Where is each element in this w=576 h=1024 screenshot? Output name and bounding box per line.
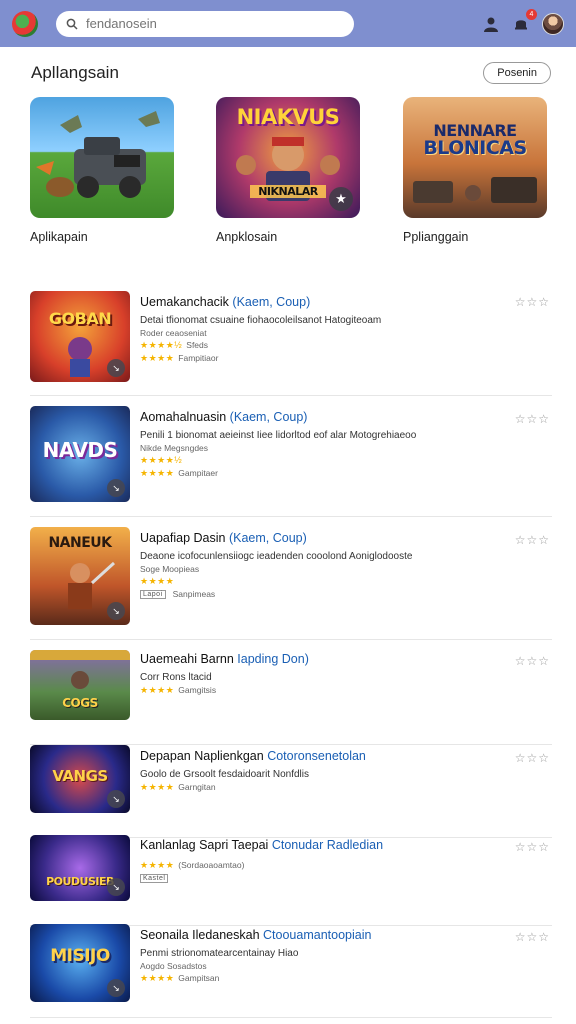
app-thumbnail: MISIJO ↘ xyxy=(30,924,130,1002)
rate-stars[interactable]: ☆☆☆ xyxy=(515,295,550,309)
search-input[interactable] xyxy=(86,16,326,31)
app-rating: ★★★★ Garngitan xyxy=(140,782,216,792)
install-icon[interactable]: ↘ xyxy=(107,790,125,808)
featured-card[interactable]: Aplikapain xyxy=(30,97,176,244)
featured-art: NIAKVUS NIKNALAR ★ xyxy=(216,97,360,218)
list-item[interactable]: MISIJO ↘ Seonaila Iledaneskah Ctoouamant… xyxy=(30,924,552,1018)
search-icon xyxy=(66,18,78,30)
list-item[interactable]: COGS Uaemeahi Barnn Iapding Don) Corr Ro… xyxy=(30,640,552,745)
app-rating: ★★★★ xyxy=(140,576,175,586)
featured-label: Aplikapain xyxy=(30,230,88,244)
featured-card[interactable]: NENNARE BLONICAS Pplianggain xyxy=(403,97,549,244)
rate-stars[interactable]: ☆☆☆ xyxy=(515,930,550,944)
search-bar[interactable] xyxy=(56,10,354,37)
app-rating-secondary: Lapoi Sanpimeas xyxy=(140,589,492,600)
app-description: Corr Rons ltacid xyxy=(140,672,212,683)
section-action-button[interactable]: Posenin xyxy=(483,62,551,84)
featured-art xyxy=(30,97,174,218)
section-header: Apllangsain Posenin xyxy=(31,58,551,88)
list-item[interactable]: VANGS ↘ Depapan Naplienkgan Cotoronsenet… xyxy=(30,745,552,838)
rate-stars[interactable]: ☆☆☆ xyxy=(515,751,550,765)
app-rating-secondary: Kastel xyxy=(140,873,492,884)
avatar[interactable] xyxy=(542,12,564,35)
install-icon[interactable]: ↘ xyxy=(107,479,125,497)
app-description: Deaone icofocunlensiiogc ieadenden coool… xyxy=(140,551,413,562)
app-subtitle: Soge Moopieas xyxy=(140,564,200,574)
app-rating-secondary: ★★★★ Gampitaer xyxy=(140,468,218,478)
featured-label: Anpklosain xyxy=(216,230,278,244)
app-thumbnail: POUDUSIEB ↘ xyxy=(30,835,130,901)
app-thumbnail: NAVDS ↘ xyxy=(30,406,130,502)
rate-stars[interactable]: ☆☆☆ xyxy=(515,654,550,668)
install-icon[interactable]: ↘ xyxy=(107,359,125,377)
app-description: Penmi strionomatearcentainay Hiao xyxy=(140,948,299,959)
app-description: Penili 1 bionomat aeieinst Iiee lidorlto… xyxy=(140,430,417,441)
list-item[interactable]: POUDUSIEB ↘ Kanlanlag Sapri Taepai Ctonu… xyxy=(30,835,552,926)
app-title[interactable]: Aomahalnuasin (Kaem, Coup) xyxy=(140,410,492,424)
rate-stars[interactable]: ☆☆☆ xyxy=(515,412,550,426)
app-title[interactable]: Depapan Naplienkgan Cotoronsenetolan xyxy=(140,749,492,763)
app-description: Detai tfionomat csuaine fiohaocoleilsano… xyxy=(140,315,382,326)
featured-art: NENNARE BLONICAS xyxy=(403,97,547,218)
app-title[interactable]: Uemakanchacik (Kaem, Coup) xyxy=(140,295,492,309)
app-thumbnail: NANEUK ↘ xyxy=(30,527,130,625)
user-icon[interactable] xyxy=(482,15,500,33)
section-title: Apllangsain xyxy=(31,63,119,82)
app-tag: Kastel xyxy=(140,874,169,884)
app-title[interactable]: Kanlanlag Sapri Taepai Ctonudar Radledia… xyxy=(140,838,492,852)
featured-label: Pplianggain xyxy=(403,230,469,244)
bell-icon[interactable]: 4 xyxy=(512,8,537,33)
star-icon[interactable]: ★ xyxy=(329,187,353,211)
app-thumbnail: COGS xyxy=(30,650,130,720)
list-item[interactable]: GOBAN ↘ Uemakanchacik (Kaem, Coup) Detai… xyxy=(30,283,552,396)
install-icon[interactable]: ↘ xyxy=(107,602,125,620)
app-rating: ★★★★ (Sordaoaoamtao) xyxy=(140,860,245,870)
app-subtitle: Roder ceaoseniat xyxy=(140,328,207,338)
app-logo[interactable] xyxy=(12,10,38,37)
app-thumbnail: VANGS ↘ xyxy=(30,745,130,813)
app-rating: ★★★★½ xyxy=(140,455,183,465)
list-item[interactable]: NAVDS ↘ Aomahalnuasin (Kaem, Coup) Penil… xyxy=(30,396,552,517)
rate-stars[interactable]: ☆☆☆ xyxy=(515,840,550,854)
app-description: Goolo de Grsoolt fesdaidoarit Nonfdlis xyxy=(140,769,309,780)
app-subtitle: Nikde Megsngdes xyxy=(140,443,209,453)
featured-carousel: Aplikapain NIAKVUS NIKNALAR ★ Anpklosain… xyxy=(30,97,550,247)
app-subtitle: Aogdo Sosadstos xyxy=(140,961,207,971)
app-title[interactable]: Seonaila Iledaneskah Ctoouamantoopiain xyxy=(140,928,492,942)
app-rating: ★★★★ Gamgitsis xyxy=(140,685,217,695)
featured-card[interactable]: NIAKVUS NIKNALAR ★ Anpklosain xyxy=(216,97,362,244)
app-rating: ★★★★ Gampitsan xyxy=(140,973,220,983)
install-icon[interactable]: ↘ xyxy=(107,979,125,997)
thumbnail-title: VANGS xyxy=(52,767,108,785)
app-tag: Lapoi xyxy=(140,590,166,600)
list-item[interactable]: NANEUK ↘ Uapafiap Dasin (Kaem, Coup) Dea… xyxy=(30,517,552,640)
rate-stars[interactable]: ☆☆☆ xyxy=(515,533,550,547)
app-rating-secondary: ★★★★ Fampitiaor xyxy=(140,353,219,363)
top-bar: 4 xyxy=(0,0,576,47)
thumbnail-title: MISIJO xyxy=(50,946,110,966)
thumbnail-title: NAVDS xyxy=(42,438,118,462)
featured-art-subtitle: NIKNALAR xyxy=(250,185,326,198)
app-title[interactable]: Uaemeahi Barnn Iapding Don) xyxy=(140,652,492,666)
notification-badge: 4 xyxy=(526,8,537,20)
install-icon[interactable]: ↘ xyxy=(107,878,125,896)
app-rating: ★★★★½ Sfeds xyxy=(140,340,209,350)
app-thumbnail: GOBAN ↘ xyxy=(30,291,130,382)
app-title[interactable]: Uapafiap Dasin (Kaem, Coup) xyxy=(140,531,492,545)
